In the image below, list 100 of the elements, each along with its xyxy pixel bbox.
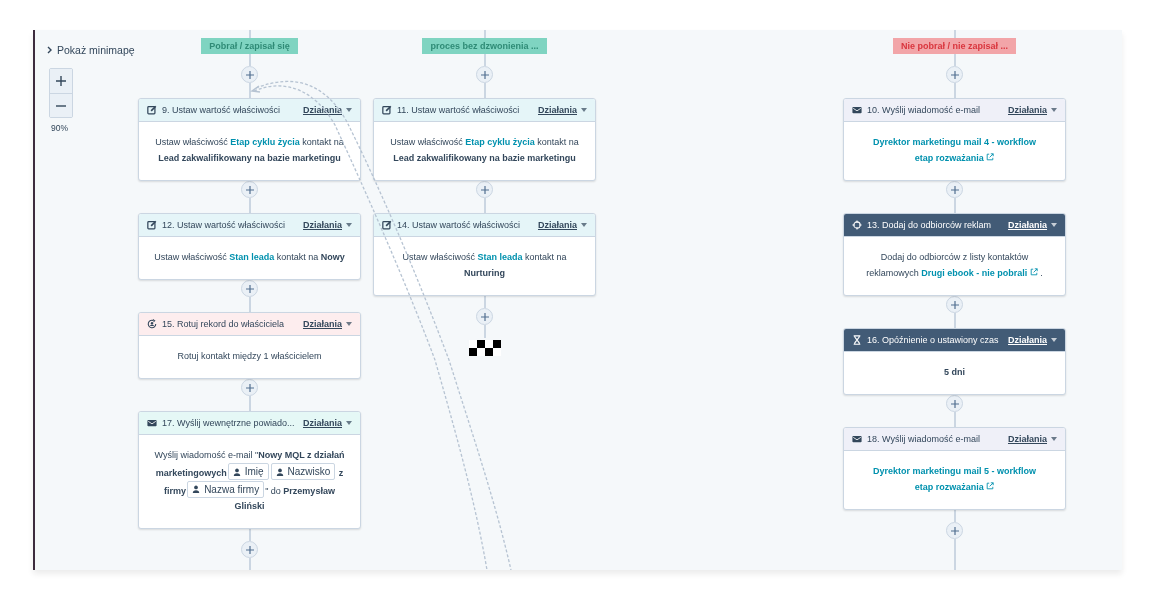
user-icon [275,467,284,476]
add-step-button[interactable] [241,541,258,558]
hourglass-icon [852,335,862,345]
step-title: 12. Ustaw wartość właściwości [162,220,287,230]
actions-dropdown[interactable]: Działania [1008,105,1057,115]
external-link-icon [986,482,995,490]
branch-label: proces bez dzwonienia ... [422,38,547,54]
workflow-action-card[interactable]: 9. Ustaw wartość właściwości Działania Ustaw właściwość Etap cyklu życia kontakt na Lead zakwalifikowany na bazie marketingu [138,98,361,181]
actions-dropdown[interactable]: Działania [1008,434,1057,444]
add-step-button[interactable] [241,280,258,297]
add-step-button[interactable] [241,181,258,198]
target-icon [852,220,862,230]
plus-icon [950,399,959,408]
actions-dropdown[interactable]: Działania [1008,335,1057,345]
add-step-button[interactable] [946,395,963,412]
actions-dropdown[interactable]: Działania [303,220,352,230]
zoom-out-button[interactable] [50,93,72,117]
zoom-level: 90% [51,123,68,133]
step-title: 16. Opóźnienie o ustawiony czas [867,335,1000,345]
caret-icon [1051,437,1057,441]
plus-icon [245,185,254,194]
caret-icon [581,108,587,112]
add-step-button[interactable] [946,181,963,198]
caret-icon [346,223,352,227]
step-title: 14. Ustaw wartość właściwości [397,220,522,230]
step-description: Dodaj do odbiorców z listy kontaktów reklamowych Drugi ebook - nie pobrali . [854,249,1055,281]
user-icon [232,467,241,476]
workflow-action-card[interactable]: 12. Ustaw wartość właściwości Działania Ustaw właściwość Stan leada kontakt na Nowy [138,213,361,280]
chevron-icon [47,46,53,54]
add-step-button[interactable] [241,66,258,83]
add-step-button[interactable] [946,296,963,313]
step-title: 18. Wyślij wiadomość e-mail [867,434,981,444]
step-title: 17. Wyślij wewnętrzne powiado... [162,418,296,428]
property-link[interactable]: Etap cyklu życia [230,137,300,147]
plus-icon [950,70,959,79]
plus-icon [950,300,959,309]
actions-dropdown[interactable]: Działania [538,220,587,230]
workflow-action-card[interactable]: 13. Dodaj do odbiorców reklam Działania Dodaj do odbiorców z listy kontaktów reklamowych Drugi ebook - nie pobrali . [843,213,1066,296]
caret-icon [1051,223,1057,227]
caret-icon [1051,108,1057,112]
external-link-icon [986,153,995,161]
plus-icon [245,70,254,79]
personalization-token: Nazwisko [270,463,336,480]
email-icon [147,418,157,428]
step-description: Ustaw właściwość Etap cyklu życia kontakt na Lead zakwalifikowany na bazie marketingu [154,136,345,165]
add-step-button[interactable] [476,308,493,325]
workflow-action-card[interactable]: 10. Wyślij wiadomość e-mail Działania Dyrektor marketingu mail 4 - workflow etap rozważania [843,98,1066,181]
step-description: Ustaw właściwość Stan leada kontakt na Nowy [153,251,346,264]
show-minimap-toggle[interactable]: Pokaż minimapę [47,44,135,56]
step-title: 11. Ustaw wartość właściwości [397,105,521,115]
add-step-button[interactable] [241,379,258,396]
caret-icon [1051,338,1057,342]
personalization-token: Imię [227,463,269,480]
add-step-button[interactable] [946,522,963,539]
plus-icon [950,185,959,194]
property-link[interactable]: Stan leada [229,252,275,262]
workflow-action-card[interactable]: 18. Wyślij wiadomość e-mail Działania Dyrektor marketingu mail 5 - workflow etap rozważania [843,427,1066,510]
external-link[interactable]: Drugi ebook - nie pobrali [921,265,1038,281]
actions-dropdown[interactable]: Działania [303,418,352,428]
step-title: 13. Dodaj do odbiorców reklam [867,220,993,230]
plus-icon [480,185,489,194]
branch-label: Nie pobrał / nie zapisał ... [893,38,1016,54]
actions-dropdown[interactable]: Działania [303,319,352,329]
step-description: Ustaw właściwość Stan leada kontakt na Nurturing [401,251,568,280]
personalization-token: Nazwa firmy [187,480,265,498]
workflow-action-card[interactable]: 16. Opóźnienie o ustawiony czas Działania 5 dni [843,328,1066,395]
plus-icon [480,312,489,321]
property-link[interactable]: Stan leada [477,252,523,262]
plus-icon [56,76,66,86]
user-icon [192,485,201,493]
email-icon [852,434,862,444]
step-description: 5 dni [943,366,966,379]
workflow-action-card[interactable]: 15. Rotuj rekord do właściciela Działania Rotuj kontakt między 1 właścicielem [138,312,361,379]
actions-dropdown[interactable]: Działania [1008,220,1057,230]
add-step-button[interactable] [476,181,493,198]
external-link[interactable]: Dyrektor marketingu mail 5 - workflow etap rozważania [864,463,1045,495]
step-description: Rotuj kontakt między 1 właścicielem [176,350,323,363]
branch-label: Pobrał / zapisał się [201,38,298,54]
caret-icon [581,223,587,227]
plus-icon [480,70,489,79]
workflow-action-card[interactable]: 17. Wyślij wewnętrzne powiado... Działania Wyślij wiadomość e-mail "Nowy MQL z działań marketingowych Imię Nazwisko z firmy Nazwa firmy " do Przemysław Gliński [138,411,361,529]
step-title: 15. Rotuj rekord do właściciela [162,319,286,329]
actions-dropdown[interactable]: Działania [538,105,587,115]
plus-icon [245,383,254,392]
external-link-icon [1029,268,1038,276]
actions-dropdown[interactable]: Działania [303,105,352,115]
add-step-button[interactable] [946,66,963,83]
property-link[interactable]: Etap cyklu życia [465,137,535,147]
email-icon [852,105,862,115]
edit-icon [147,220,157,230]
workflow-action-card[interactable]: 11. Ustaw wartość właściwości Działania Ustaw właściwość Etap cyklu życia kontakt na Lead zakwalifikowany na bazie marketingu [373,98,596,181]
step-title: 10. Wyślij wiadomość e-mail [867,105,981,115]
edit-icon [382,105,392,115]
step-description: Ustaw właściwość Etap cyklu życia kontakt na Lead zakwalifikowany na bazie marketingu [389,136,580,165]
external-link[interactable]: Dyrektor marketingu mail 4 - workflow etap rozważania [864,134,1045,166]
plus-icon [245,284,254,293]
workflow-action-card[interactable]: 14. Ustaw wartość właściwości Działania Ustaw właściwość Stan leada kontakt na Nurturing [373,213,596,296]
edit-icon [147,105,157,115]
add-step-button[interactable] [476,66,493,83]
caret-icon [346,322,352,326]
